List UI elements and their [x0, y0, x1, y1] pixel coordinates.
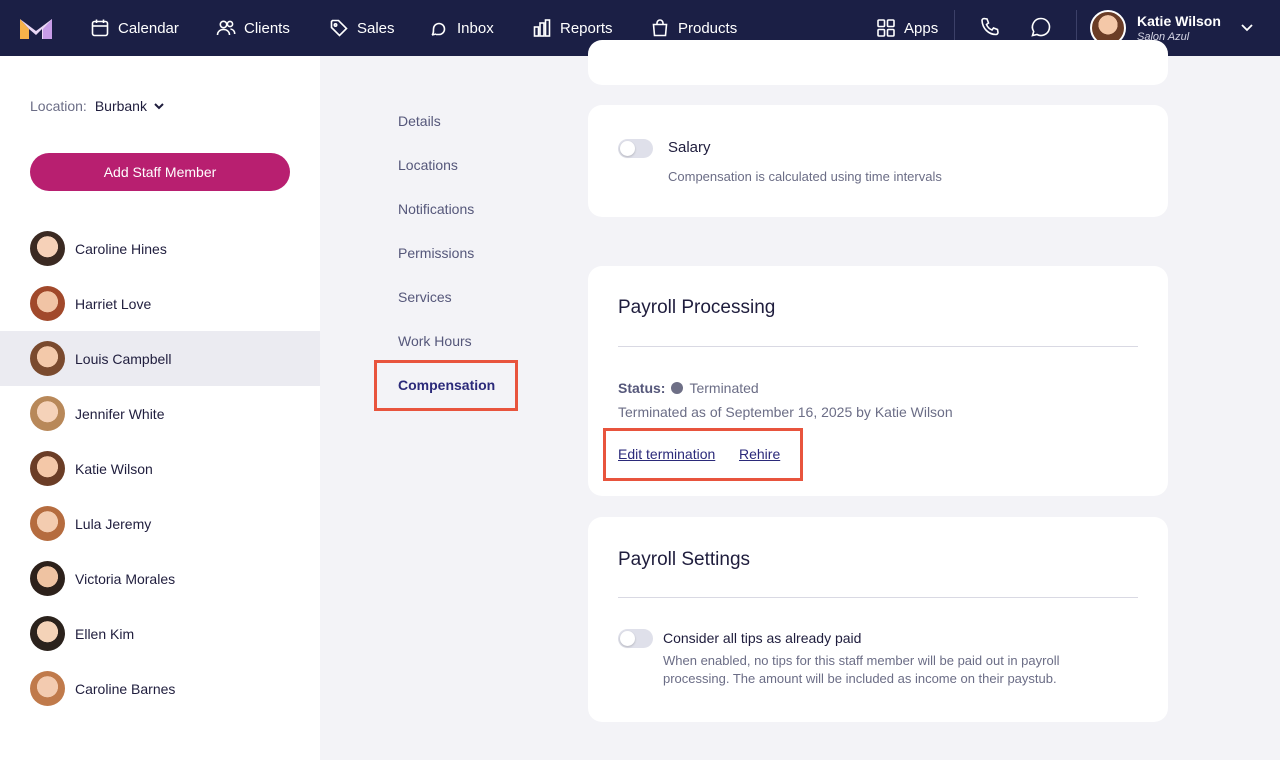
- nav-clients[interactable]: Clients: [216, 0, 290, 56]
- location-label: Location:: [30, 98, 87, 114]
- staff-list-item[interactable]: Caroline Barnes: [0, 661, 320, 716]
- apps-grid-icon: [877, 19, 895, 37]
- bar-chart-icon: [533, 19, 551, 37]
- termination-actions-highlight: [603, 428, 803, 481]
- staff-list-item[interactable]: Jennifer White: [0, 386, 320, 441]
- staff-list: Caroline Hines Harriet Love Louis Campbell…: [0, 221, 320, 716]
- settings-nav-details[interactable]: Details: [398, 113, 441, 129]
- shopping-bag-icon: [652, 19, 668, 37]
- nav-sales-label: Sales: [357, 19, 395, 37]
- staff-avatar: [30, 506, 65, 541]
- add-staff-member-button[interactable]: Add Staff Member: [30, 153, 290, 191]
- nav-inbox[interactable]: Inbox: [429, 0, 494, 56]
- nav-calendar-label: Calendar: [118, 19, 179, 37]
- payroll-settings-card: Payroll Settings Consider all tips as al…: [588, 517, 1168, 722]
- chevron-down-icon: [154, 103, 164, 110]
- salary-toggle[interactable]: [618, 139, 653, 158]
- staff-name: Louis Campbell: [75, 350, 172, 367]
- staff-list-item[interactable]: Louis Campbell: [0, 331, 320, 386]
- staff-name: Katie Wilson: [75, 460, 153, 477]
- section-divider: [618, 597, 1138, 598]
- staff-name: Harriet Love: [75, 295, 152, 312]
- payroll-processing-title: Payroll Processing: [618, 297, 776, 318]
- payroll-settings-title: Payroll Settings: [618, 549, 751, 570]
- settings-nav-permissions[interactable]: Permissions: [398, 245, 474, 261]
- staff-name: Caroline Hines: [75, 240, 167, 257]
- staff-list-item[interactable]: Lula Jeremy: [0, 496, 320, 551]
- staff-name: Caroline Barnes: [75, 680, 176, 697]
- staff-name: Victoria Morales: [75, 570, 176, 587]
- staff-avatar: [30, 561, 65, 596]
- settings-nav-notifications[interactable]: Notifications: [398, 201, 474, 217]
- staff-avatar: [30, 231, 65, 266]
- nav-inbox-label: Inbox: [457, 19, 494, 37]
- chat-bubble-icon: [1031, 17, 1051, 37]
- status-label: Status:: [618, 380, 666, 396]
- nav-sales[interactable]: Sales: [329, 0, 395, 56]
- staff-list-item[interactable]: Ellen Kim: [0, 606, 320, 661]
- previous-section-card: [588, 40, 1168, 85]
- staff-avatar: [30, 286, 65, 321]
- tips-paid-description-line-1: When enabled, no tips for this staff mem…: [663, 653, 1060, 668]
- salary-description: Compensation is calculated using time in…: [668, 169, 942, 184]
- staff-name: Jennifer White: [75, 405, 165, 422]
- calendar-icon: [91, 19, 109, 37]
- inbox-icon: [431, 22, 446, 36]
- staff-list-item[interactable]: Harriet Love: [0, 276, 320, 331]
- location-selector[interactable]: Location: Burbank: [30, 98, 165, 114]
- tips-paid-toggle[interactable]: [618, 629, 653, 648]
- staff-list-item[interactable]: Caroline Hines: [0, 221, 320, 276]
- phone-icon: [981, 17, 999, 36]
- settings-nav-work-hours[interactable]: Work Hours: [398, 333, 472, 349]
- staff-list-item[interactable]: Victoria Morales: [0, 551, 320, 606]
- staff-list-item[interactable]: Katie Wilson: [0, 441, 320, 496]
- terminated-note: Terminated as of September 16, 2025 by K…: [618, 404, 953, 420]
- staff-avatar: [30, 671, 65, 706]
- salary-card: Salary Compensation is calculated using …: [588, 105, 1168, 217]
- tips-paid-label: Consider all tips as already paid: [663, 630, 862, 646]
- messages-button[interactable]: [1030, 16, 1054, 40]
- tag-icon: [330, 19, 348, 37]
- staff-avatar: [30, 451, 65, 486]
- nav-reports-label: Reports: [560, 19, 613, 37]
- settings-nav-locations[interactable]: Locations: [398, 157, 458, 173]
- nav-clients-label: Clients: [244, 19, 290, 37]
- staff-sidebar: Location: Burbank Add Staff Member Carol…: [0, 56, 320, 760]
- location-value: Burbank: [94, 98, 147, 114]
- settings-nav-services[interactable]: Services: [398, 289, 452, 305]
- chevron-down-icon: [1241, 24, 1253, 32]
- staff-name: Ellen Kim: [75, 625, 135, 642]
- termination-status: Status: Terminated: [618, 380, 759, 396]
- nav-calendar[interactable]: Calendar: [90, 0, 179, 56]
- section-divider: [618, 346, 1138, 347]
- staff-avatar: [30, 616, 65, 651]
- compensation-highlight: [374, 360, 518, 411]
- phone-button[interactable]: [979, 16, 1003, 40]
- staff-name: Lula Jeremy: [75, 515, 152, 532]
- tips-paid-description-line-2: processing. The amount will be included …: [663, 671, 1057, 686]
- salary-toggle-label: Salary: [668, 139, 711, 156]
- nav-apps-label: Apps: [904, 19, 939, 37]
- status-dot-icon: [671, 382, 684, 394]
- clients-icon: [216, 20, 236, 36]
- staff-avatar: [30, 396, 65, 431]
- user-menu-chevron[interactable]: [1240, 20, 1256, 36]
- status-value: Terminated: [689, 380, 759, 396]
- user-name: Katie Wilson: [1137, 12, 1221, 29]
- nav-products-label: Products: [678, 19, 738, 37]
- staff-avatar: [30, 341, 65, 376]
- brand-logo-icon[interactable]: [20, 17, 52, 39]
